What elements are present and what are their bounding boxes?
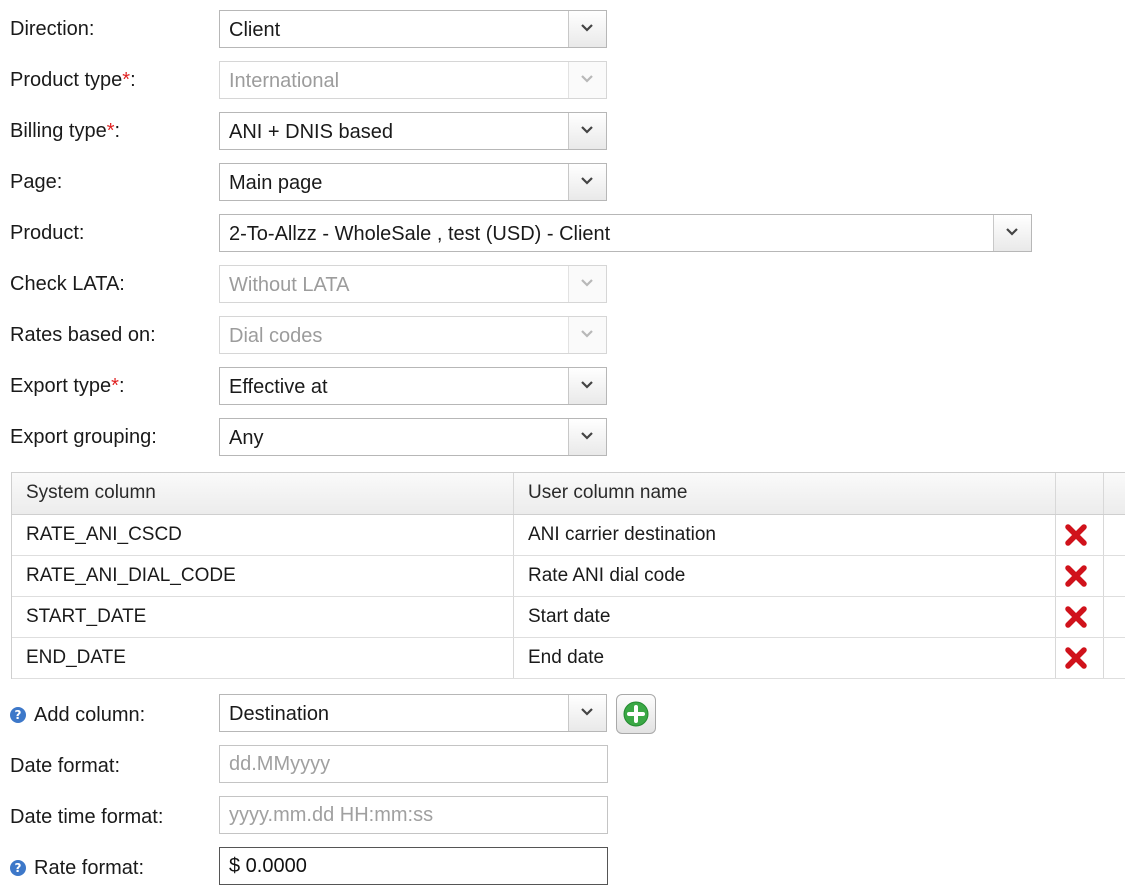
user-column-cell[interactable]: End date (514, 638, 1056, 678)
header-system-column[interactable]: System column (12, 473, 514, 514)
rate-format-label: ? Rate format: (10, 856, 144, 880)
chevron-down-icon (568, 317, 606, 353)
table-row: RATE_ANI_CSCD ANI carrier destination (12, 515, 1125, 556)
export-grouping-select[interactable]: Any (219, 418, 607, 456)
chevron-down-icon[interactable] (568, 113, 606, 149)
delete-x-icon[interactable] (1065, 565, 1087, 587)
system-column-cell: RATE_ANI_DIAL_CODE (12, 556, 514, 596)
row-spacer (1104, 515, 1125, 555)
header-spacer (1104, 473, 1125, 514)
delete-x-icon[interactable] (1065, 606, 1087, 628)
row-spacer (1104, 638, 1125, 678)
product-type-select: International (219, 61, 607, 99)
add-column-button[interactable] (616, 694, 656, 734)
columns-grid: System column User column name RATE_ANI_… (11, 472, 1125, 679)
add-column-label: ? Add column: (10, 703, 145, 727)
rates-based-on-value: Dial codes (229, 325, 323, 347)
billing-type-label: Billing type*: (10, 120, 121, 142)
rates-based-on-label: Rates based on: (10, 324, 156, 346)
required-mark: * (106, 120, 115, 142)
export-type-label: Export type*: (10, 375, 125, 397)
header-user-column-name[interactable]: User column name (514, 473, 1056, 514)
header-actions (1056, 473, 1104, 514)
export-type-select[interactable]: Effective at (219, 367, 607, 405)
chevron-down-icon[interactable] (568, 164, 606, 200)
delete-cell (1056, 638, 1104, 678)
product-select[interactable]: 2-To-Allzz - WholeSale , test (USD) - Cl… (219, 214, 1032, 252)
delete-x-icon[interactable] (1065, 524, 1087, 546)
table-row: START_DATE Start date (12, 597, 1125, 638)
check-lata-select: Without LATA (219, 265, 607, 303)
date-format-field[interactable] (219, 745, 608, 783)
delete-cell (1056, 556, 1104, 596)
required-mark: * (111, 375, 119, 397)
product-type-value: International (229, 70, 340, 92)
page-value: Main page (229, 172, 323, 194)
add-column-select[interactable]: Destination (219, 694, 607, 732)
chevron-down-icon[interactable] (568, 368, 606, 404)
delete-cell (1056, 515, 1104, 555)
direction-label: Direction: (10, 18, 95, 40)
chevron-down-icon[interactable] (568, 419, 606, 455)
system-column-cell: END_DATE (12, 638, 514, 678)
delete-cell (1056, 597, 1104, 637)
add-column-value: Destination (229, 703, 330, 725)
check-lata-label: Check LATA: (10, 273, 125, 295)
product-label: Product: (10, 222, 85, 244)
table-row: END_DATE End date (12, 638, 1125, 679)
billing-type-value: ANI + DNIS based (229, 121, 393, 143)
help-icon[interactable]: ? (10, 707, 26, 723)
direction-select[interactable]: Client (219, 10, 607, 48)
export-grouping-value: Any (229, 427, 264, 449)
date-time-format-field[interactable] (219, 796, 608, 834)
page-label: Page: (10, 171, 63, 193)
date-time-format-input[interactable] (220, 797, 607, 833)
check-lata-value: Without LATA (229, 274, 350, 296)
system-column-cell: START_DATE (12, 597, 514, 637)
page-select[interactable]: Main page (219, 163, 607, 201)
user-column-cell[interactable]: Rate ANI dial code (514, 556, 1056, 596)
chevron-down-icon[interactable] (993, 215, 1031, 251)
help-icon[interactable]: ? (10, 860, 26, 876)
export-grouping-label: Export grouping: (10, 426, 157, 448)
product-type-label: Product type*: (10, 69, 136, 91)
row-spacer (1104, 556, 1125, 596)
user-column-cell[interactable]: ANI carrier destination (514, 515, 1056, 555)
row-spacer (1104, 597, 1125, 637)
direction-value: Client (229, 19, 281, 41)
export-type-value: Effective at (229, 376, 328, 398)
date-format-input[interactable] (220, 746, 607, 782)
billing-type-select[interactable]: ANI + DNIS based (219, 112, 607, 150)
delete-x-icon[interactable] (1065, 647, 1087, 669)
chevron-down-icon (568, 62, 606, 98)
date-format-label: Date format: (10, 755, 121, 777)
user-column-cell[interactable]: Start date (514, 597, 1056, 637)
table-row: RATE_ANI_DIAL_CODE Rate ANI dial code (12, 556, 1125, 597)
chevron-down-icon[interactable] (568, 695, 606, 731)
date-time-format-label: Date time format: (10, 806, 164, 828)
grid-header: System column User column name (12, 473, 1125, 515)
rates-based-on-select: Dial codes (219, 316, 607, 354)
plus-circle-icon (623, 701, 649, 727)
chevron-down-icon (568, 266, 606, 302)
chevron-down-icon[interactable] (568, 11, 606, 47)
system-column-cell: RATE_ANI_CSCD (12, 515, 514, 555)
rate-format-input[interactable] (220, 848, 607, 884)
product-value: 2-To-Allzz - WholeSale , test (USD) - Cl… (229, 223, 611, 245)
rate-format-field[interactable] (219, 847, 608, 885)
required-mark: * (122, 69, 131, 91)
